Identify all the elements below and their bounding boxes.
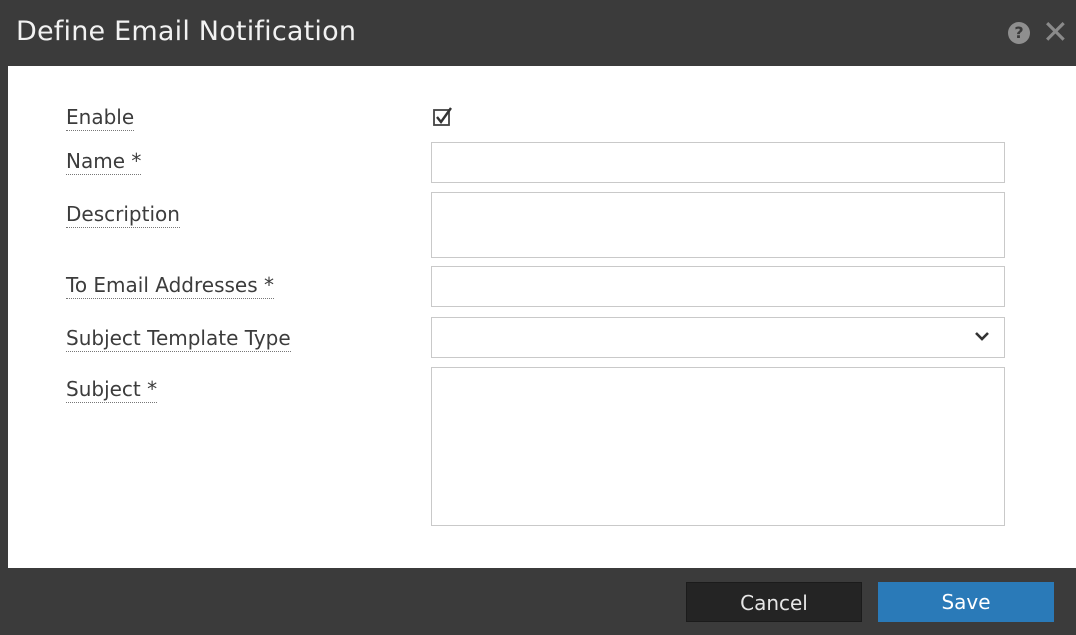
close-icon[interactable]: ✕ [1042,12,1076,52]
name-input[interactable] [431,142,1005,183]
description-textarea[interactable] [431,192,1005,258]
to-email-addresses-label: To Email Addresses * [66,273,274,299]
dialog-title: Define Email Notification [16,16,357,47]
save-button[interactable]: Save [878,582,1054,622]
subject-label: Subject * [66,377,158,403]
cancel-button[interactable]: Cancel [686,582,862,622]
dialog-footer: Cancel Save [0,568,1076,635]
enable-checkbox[interactable] [431,104,457,130]
subject-textarea[interactable] [431,367,1005,526]
dialog-titlebar: Define Email Notification ? ✕ [0,0,1076,66]
to-email-addresses-input[interactable] [431,266,1005,307]
chevron-down-icon [975,332,989,341]
name-label: Name * [66,149,142,175]
help-icon[interactable]: ? [1008,22,1030,44]
description-label: Description [66,202,180,228]
subject-template-type-select[interactable] [431,317,1005,358]
dialog-body: Enable Name * Description To Email Addre… [8,66,1076,568]
subject-template-type-label: Subject Template Type [66,326,291,352]
enable-label: Enable [66,105,135,131]
define-email-notification-dialog: Define Email Notification ? ✕ Enable Nam… [0,0,1076,635]
